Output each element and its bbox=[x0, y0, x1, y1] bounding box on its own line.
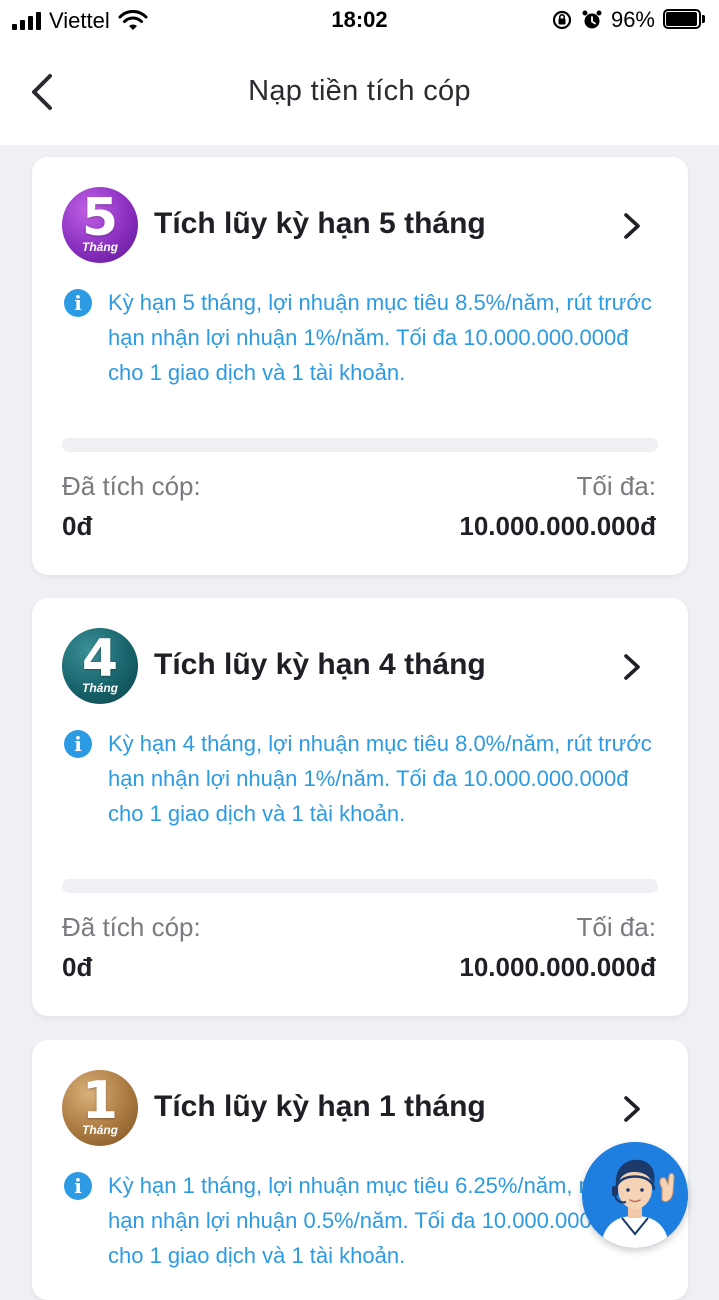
saved-value: 0đ bbox=[62, 511, 93, 541]
max-label: Tối đa: bbox=[576, 471, 657, 501]
card-description: Kỳ hạn 5 tháng, lợi nhuận mục tiêu 8.5%/… bbox=[108, 290, 652, 385]
max-label: Tối đa: bbox=[576, 912, 657, 942]
term-badge: 1 Tháng bbox=[62, 1070, 138, 1146]
saved-label: Đã tích cóp: bbox=[62, 471, 201, 501]
battery-percent: 96% bbox=[610, 7, 655, 32]
page-header: Nạp tiền tích cóp bbox=[0, 40, 719, 145]
status-right: 96% bbox=[551, 7, 707, 33]
status-bar: Viettel 18:02 96% bbox=[0, 0, 719, 40]
page-title: Nạp tiền tích cóp bbox=[248, 75, 471, 107]
chevron-right-icon[interactable] bbox=[620, 650, 644, 684]
saved-value: 0đ bbox=[62, 952, 93, 982]
card-description: Kỳ hạn 4 tháng, lợi nhuận mục tiêu 8.0%/… bbox=[108, 731, 652, 826]
savings-card-4-months[interactable]: 4 Tháng Tích lũy kỳ hạn 4 tháng i Kỳ hạn… bbox=[32, 598, 688, 1016]
badge-unit: Tháng bbox=[82, 1123, 118, 1137]
savings-progress-bar bbox=[62, 879, 658, 893]
card-title: Tích lũy kỳ hạn 4 tháng bbox=[154, 648, 486, 681]
savings-progress-bar bbox=[62, 438, 658, 452]
chevron-right-icon[interactable] bbox=[620, 1092, 644, 1126]
card-title: Tích lũy kỳ hạn 1 tháng bbox=[154, 1090, 486, 1123]
max-value: 10.000.000.000đ bbox=[459, 952, 656, 982]
term-badge: 4 Tháng bbox=[62, 628, 138, 704]
support-chat-button[interactable] bbox=[582, 1142, 688, 1248]
term-badge: 5 Tháng bbox=[62, 187, 138, 263]
info-icon: i bbox=[64, 1172, 92, 1200]
badge-unit: Tháng bbox=[82, 681, 118, 695]
chevron-right-icon[interactable] bbox=[620, 209, 644, 243]
savings-card-5-months[interactable]: 5 Tháng Tích lũy kỳ hạn 5 tháng i Kỳ hạn… bbox=[32, 157, 688, 575]
badge-unit: Tháng bbox=[82, 240, 118, 254]
support-agent-icon bbox=[582, 1142, 688, 1248]
max-value: 10.000.000.000đ bbox=[459, 511, 656, 541]
alarm-icon bbox=[582, 10, 602, 29]
rotation-lock-icon bbox=[552, 10, 572, 30]
info-icon: i bbox=[64, 730, 92, 758]
saved-label: Đã tích cóp: bbox=[62, 912, 201, 942]
info-icon: i bbox=[64, 289, 92, 317]
battery-icon bbox=[663, 9, 707, 31]
card-title: Tích lũy kỳ hạn 5 tháng bbox=[154, 207, 486, 240]
